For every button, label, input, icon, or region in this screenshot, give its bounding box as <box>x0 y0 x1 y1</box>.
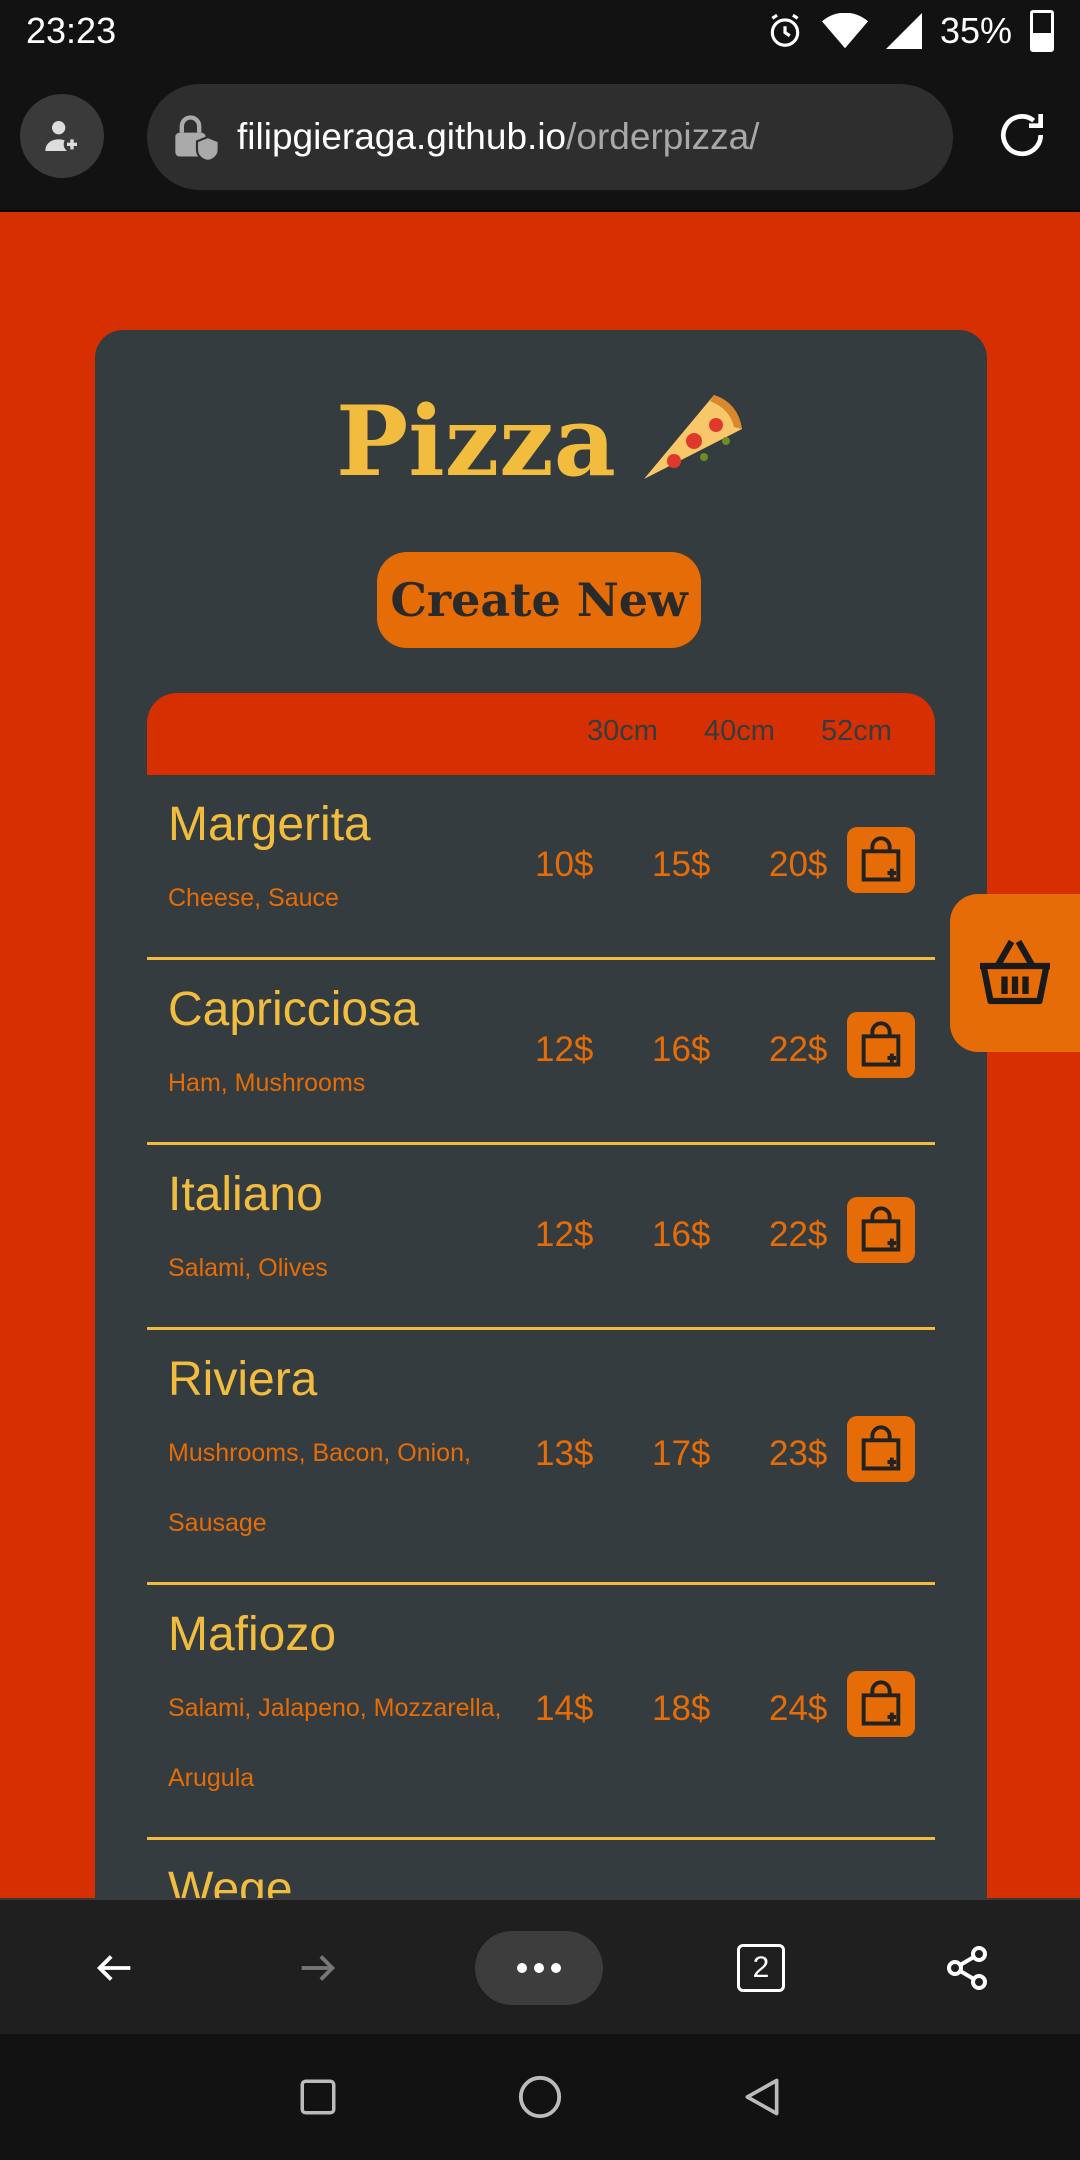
page-title: Pizza <box>95 385 987 512</box>
price-40cm: 17$ <box>652 1434 711 1473</box>
header-30cm: 30cm <box>587 715 658 747</box>
price-30cm: 10$ <box>535 845 594 884</box>
arrow-right-icon <box>301 1955 336 1981</box>
add-to-cart-button[interactable] <box>847 1671 915 1737</box>
reload-button[interactable] <box>994 107 1050 168</box>
battery-percent: 35% <box>939 10 1012 51</box>
more-dots-icon <box>517 1963 561 1973</box>
price-52cm: 20$ <box>769 845 828 884</box>
shopping-bag-add-icon <box>861 1425 901 1471</box>
pizza-ingredients: Mushrooms, Bacon, Onion, Sausage <box>168 1439 471 1537</box>
alarm-icon <box>770 13 800 47</box>
add-to-cart-button[interactable] <box>847 1197 915 1263</box>
price-30cm: 13$ <box>535 1434 594 1473</box>
table-row: Mafiozo Salami, Jalapeno, Mozzarella, Ar… <box>147 1585 935 1840</box>
create-new-button[interactable]: Create New <box>377 552 701 648</box>
url-host: filipgieraga.github.io <box>237 116 567 157</box>
status-bar: 23:23 35% <box>0 0 1080 62</box>
price-40cm: 18$ <box>652 1689 711 1728</box>
forward-button[interactable] <box>272 1900 362 2036</box>
cart-button[interactable] <box>950 894 1080 1052</box>
pizza-name: Capricciosa <box>168 983 419 1036</box>
add-to-cart-button[interactable] <box>847 1012 915 1078</box>
price-52cm: 22$ <box>769 1215 828 1254</box>
header-52cm: 52cm <box>821 715 892 747</box>
title-text: Pizza <box>336 385 616 498</box>
header-40cm: 40cm <box>704 715 775 747</box>
pizza-ingredients: Salami, Jalapeno, Mozzarella, Arugula <box>168 1694 502 1792</box>
menu-button[interactable] <box>475 1900 603 2036</box>
back-button[interactable] <box>70 1900 160 2036</box>
share-icon <box>947 1946 987 1990</box>
add-user-icon <box>45 121 81 153</box>
pizza-table: 30cm 40cm 52cm Margerita Cheese, Sauce 1… <box>147 693 935 1960</box>
price-52cm: 24$ <box>769 1689 828 1728</box>
table-row: Italiano Salami, Olives 12$ 16$ 22$ <box>147 1145 935 1330</box>
price-40cm: 16$ <box>652 1215 711 1254</box>
pizza-ingredients: Salami, Olives <box>168 1254 328 1282</box>
system-nav-bar <box>0 2034 1080 2160</box>
menu-card: Pizza Create New 30cm 40cm 52cm Margerit… <box>95 330 987 2030</box>
shopping-bag-add-icon <box>861 1206 901 1252</box>
table-row: Riviera Mushrooms, Bacon, Onion, Sausage… <box>147 1330 935 1585</box>
price-30cm: 14$ <box>535 1689 594 1728</box>
price-40cm: 16$ <box>652 1030 711 1069</box>
price-52cm: 22$ <box>769 1030 828 1069</box>
lock-shield-icon <box>175 115 220 162</box>
pizza-icon <box>634 389 746 512</box>
browser-toolbar: filipgieraga.github.io/orderpizza/ <box>0 62 1080 212</box>
price-40cm: 15$ <box>652 845 711 884</box>
shopping-bag-add-icon <box>861 1680 901 1726</box>
add-to-cart-button[interactable] <box>847 1416 915 1482</box>
shopping-bag-add-icon <box>861 1021 901 1067</box>
price-52cm: 23$ <box>769 1434 828 1473</box>
tabs-button[interactable]: 2 <box>716 1900 806 2036</box>
table-header: 30cm 40cm 52cm <box>147 693 935 775</box>
price-30cm: 12$ <box>535 1215 594 1254</box>
wifi-icon <box>821 13 868 49</box>
pizza-name: Italiano <box>168 1168 323 1221</box>
status-time: 23:23 <box>26 10 117 51</box>
tabs-count: 2 <box>737 1944 785 1992</box>
table-row: Margerita Cheese, Sauce 10$ 15$ 20$ <box>147 775 935 960</box>
profile-button[interactable] <box>20 94 104 178</box>
pizza-name: Margerita <box>168 798 371 851</box>
home-icon[interactable] <box>517 2074 563 2120</box>
reload-icon <box>1001 114 1044 157</box>
arrow-left-icon <box>96 1955 131 1981</box>
pizza-name: Riviera <box>168 1353 318 1406</box>
price-30cm: 12$ <box>535 1030 594 1069</box>
url-bar[interactable]: filipgieraga.github.io/orderpizza/ <box>147 84 953 190</box>
shopping-bag-add-icon <box>861 836 901 882</box>
browser-bottom-nav: 2 <box>0 1898 1080 2036</box>
basket-icon <box>980 939 1050 1005</box>
menu-pill <box>475 1931 603 2005</box>
url-path: /orderpizza/ <box>566 116 760 157</box>
back-triangle-icon[interactable] <box>740 2074 784 2120</box>
status-icons: 35% <box>766 10 1054 52</box>
battery-icon <box>1030 10 1054 52</box>
add-to-cart-button[interactable] <box>847 827 915 893</box>
pizza-ingredients: Ham, Mushrooms <box>168 1069 366 1097</box>
signal-icon <box>885 13 922 49</box>
table-row: Capricciosa Ham, Mushrooms 12$ 16$ 22$ <box>147 960 935 1145</box>
share-button[interactable] <box>922 1900 1012 2036</box>
pizza-ingredients: Cheese, Sauce <box>168 884 339 912</box>
pizza-name: Mafiozo <box>168 1608 337 1661</box>
recents-icon[interactable] <box>297 2076 339 2118</box>
